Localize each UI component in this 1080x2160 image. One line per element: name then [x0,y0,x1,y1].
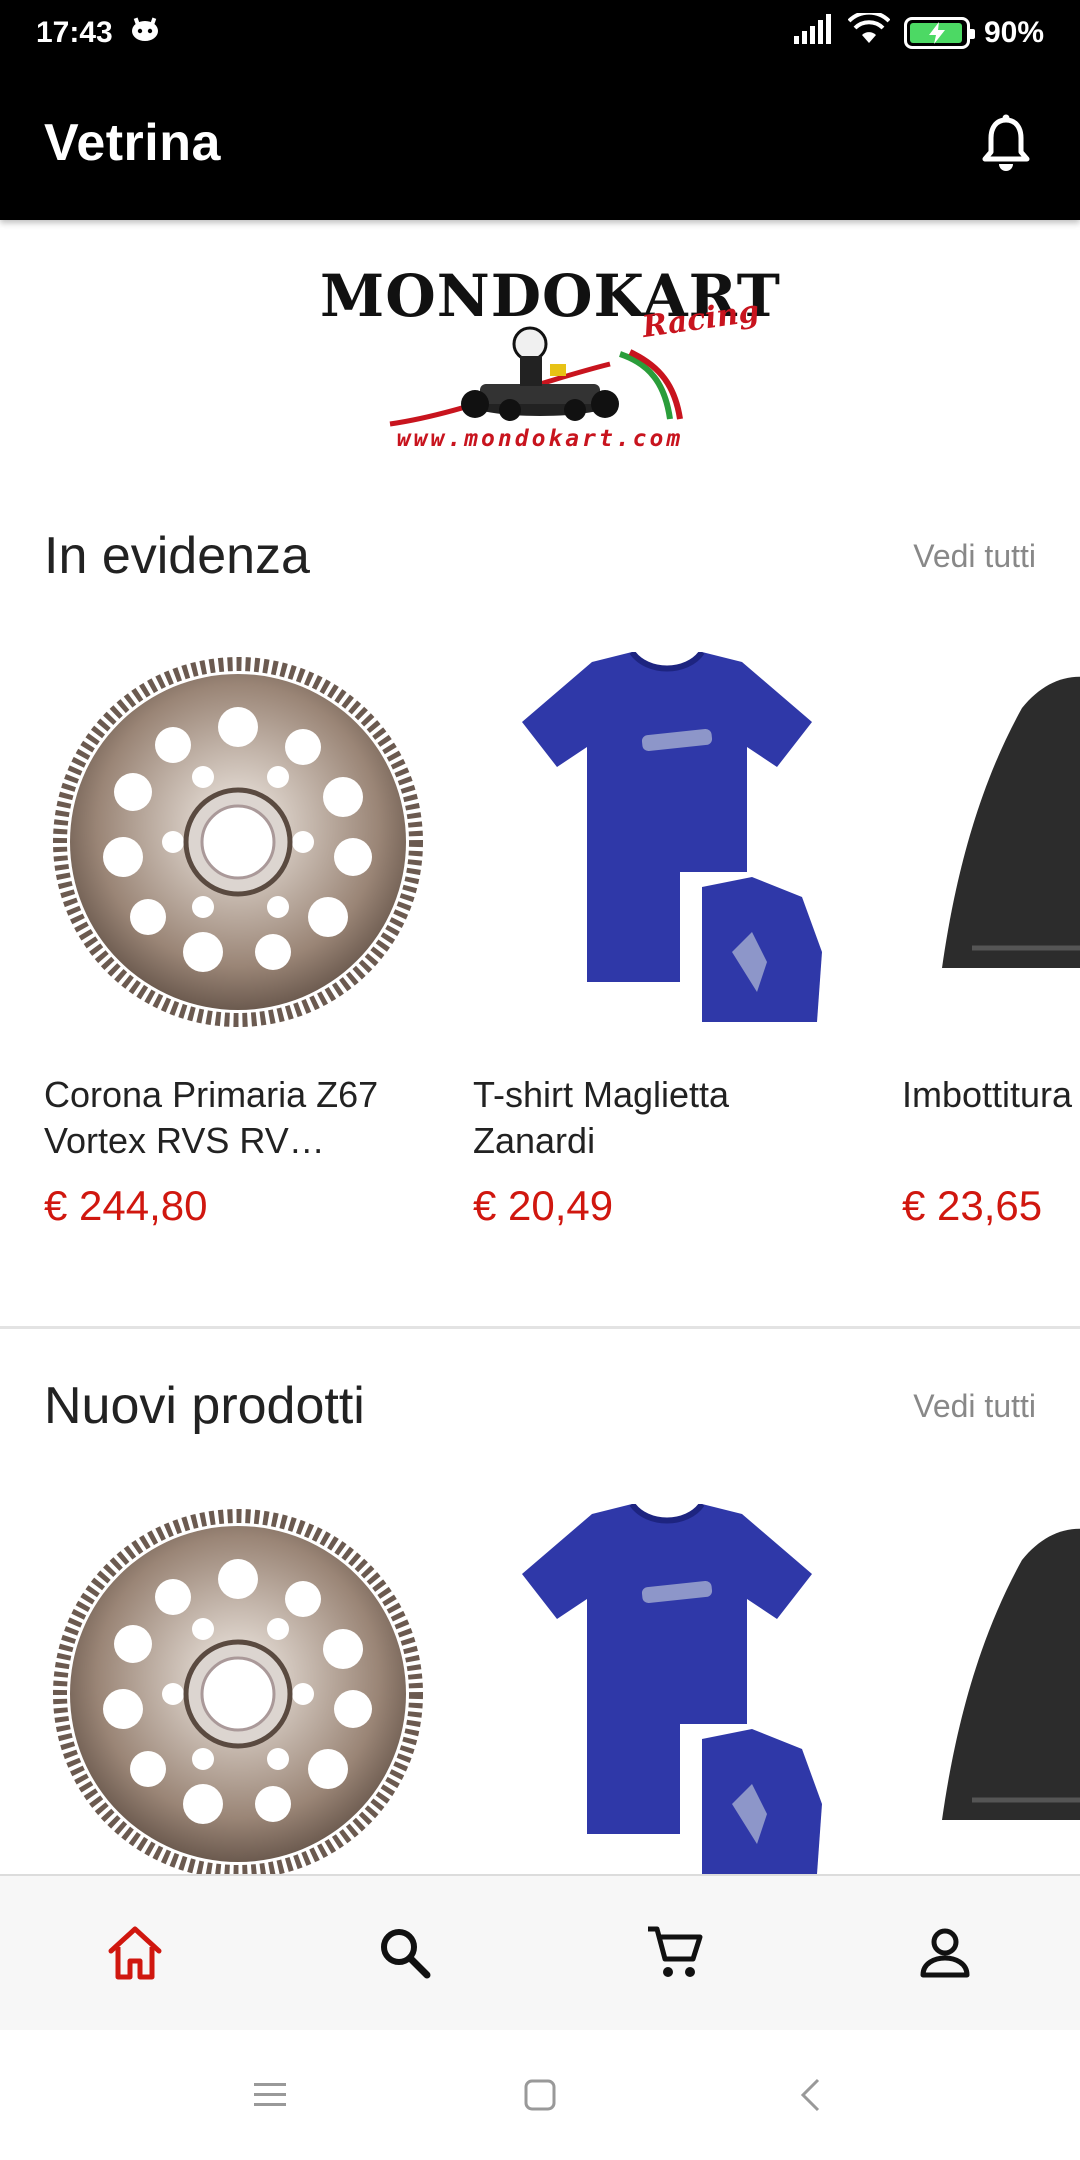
nav-search[interactable] [345,1893,465,2013]
gear-sprocket-image [53,657,423,1027]
page-title: Vetrina [44,114,221,172]
logo-url: www.mondokart.com [396,426,684,452]
product-card[interactable] [902,1500,1080,1874]
account-icon [920,1928,970,1978]
nav-home[interactable] [75,1893,195,2013]
see-all-link[interactable]: Vedi tutti [913,1388,1036,1425]
status-bar: 17:43 90% [0,0,1080,66]
black-padding-image [942,1528,1080,1820]
home-button[interactable] [505,2060,575,2130]
bottom-navigation [0,1874,1080,2030]
cart-icon [648,1926,703,1977]
recent-apps-button[interactable] [235,2060,305,2130]
gear-sprocket-image [53,1509,423,1874]
wifi-icon [847,10,891,53]
battery-icon [903,17,975,49]
back-button[interactable] [775,2060,845,2130]
battery-percent: 90% [983,16,1044,49]
product-price: € 244,80 [44,1182,208,1229]
nav-account[interactable] [885,1893,1005,2013]
back-chevron-icon [800,2078,820,2112]
product-card[interactable] [473,1500,861,1874]
product-card[interactable]: Corona Primaria Z67 Vortex RVS RV… € 244… [44,648,432,1230]
product-image[interactable] [473,1500,861,1874]
status-right: 90% [792,10,1044,53]
status-time: 17:43 [36,16,113,49]
nav-cart[interactable] [615,1893,735,2013]
notification-app-icon [129,16,161,50]
section-title: In evidenza [44,527,310,585]
product-card[interactable] [44,1500,432,1874]
product-card[interactable]: Imbottitura Laterale A € 23,65 [902,648,1080,1230]
section-divider [0,1326,1080,1329]
product-image[interactable] [44,1500,432,1874]
blue-tshirt-image [522,652,830,1032]
product-image[interactable] [902,648,1080,1036]
system-navigation [0,2030,1080,2160]
app-bar: Vetrina [0,66,1080,220]
charging-bolt-icon [928,22,945,44]
section-featured-header: In evidenza Vedi tutti [44,526,1036,586]
product-price: € 20,49 [473,1182,614,1229]
product-card[interactable]: T-shirt Maglietta Zanardi € 20,49 [473,648,861,1230]
see-all-link[interactable]: Vedi tutti [913,538,1036,575]
store-logo: MONDOKART Racing www.mondokart.com [320,262,780,462]
product-name: Imbottitura Laterale A [902,1074,1080,1115]
black-padding-image [942,676,1080,968]
section-title: Nuovi prodotti [44,1377,365,1435]
signal-icon [792,14,834,52]
product-name: Corona Primaria Z67 Vortex RVS RV… [44,1074,379,1161]
product-name: T-shirt Maglietta Zanardi [473,1074,730,1161]
section-new-header: Nuovi prodotti Vedi tutti [44,1376,1036,1436]
bell-icon[interactable] [976,113,1036,173]
product-image[interactable] [902,1500,1080,1874]
featured-product-row[interactable]: Corona Primaria Z67 Vortex RVS RV… € 244… [44,648,1080,1248]
kart-illustration [389,326,683,427]
blue-tshirt-image [522,1504,830,1874]
status-left: 17:43 [36,16,161,50]
new-product-row[interactable] [44,1500,1080,1874]
home-icon [108,1926,162,1980]
square-icon [524,2079,556,2111]
product-price: € 23,65 [902,1182,1043,1229]
search-icon [381,1929,431,1979]
product-image[interactable] [44,648,432,1036]
menu-icon [254,2083,286,2106]
product-image[interactable] [473,648,861,1036]
